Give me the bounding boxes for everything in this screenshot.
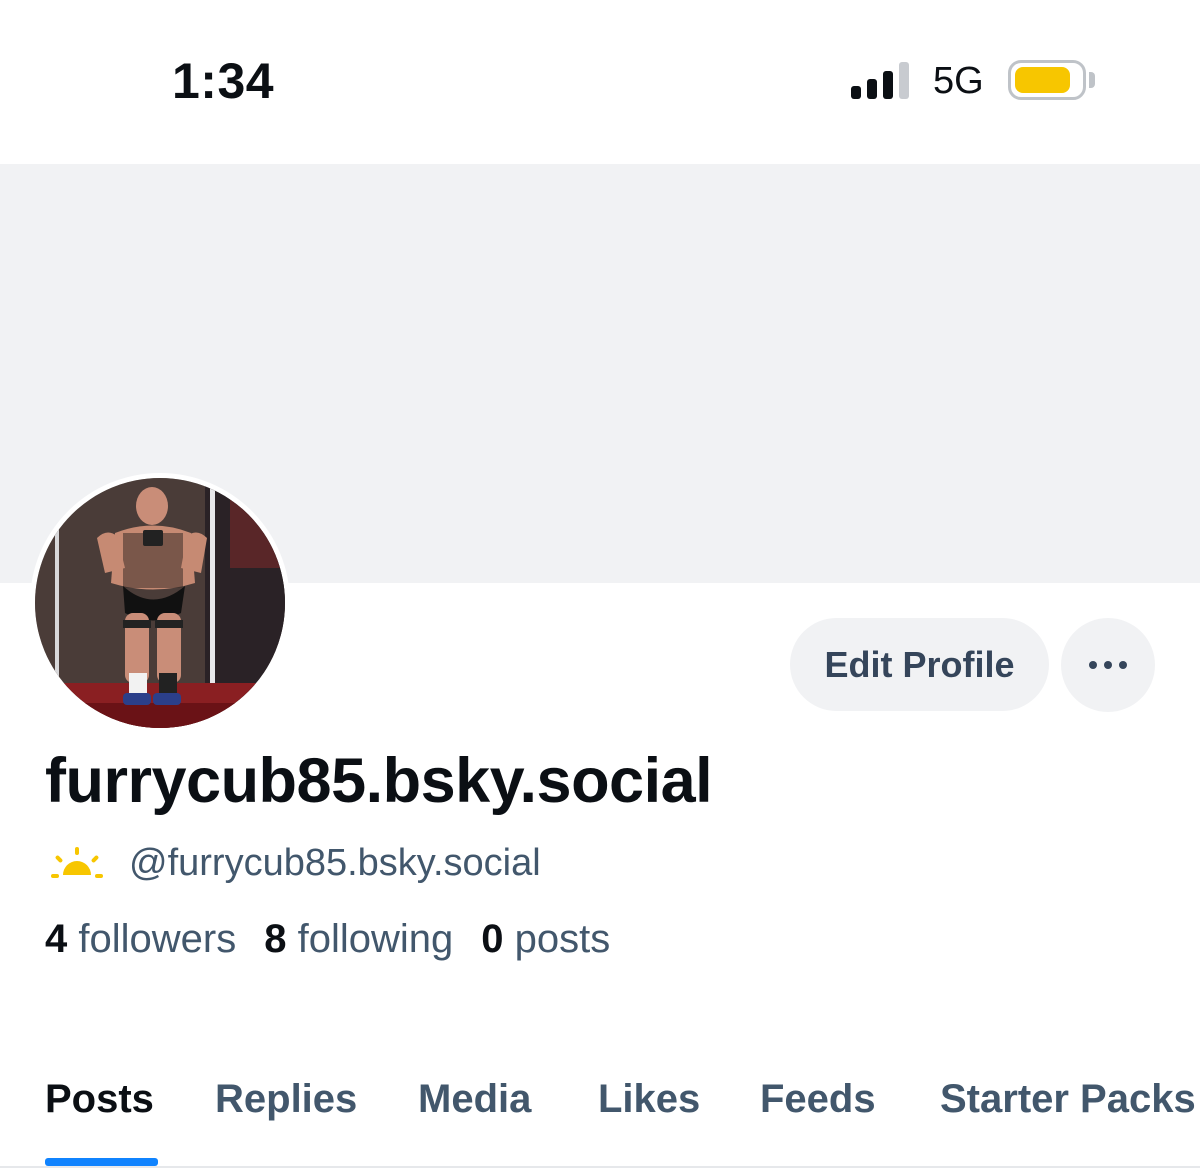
tab-likes[interactable]: Likes [598, 1077, 700, 1122]
battery-tip [1089, 72, 1095, 88]
profile-handle: @furrycub85.bsky.social [129, 841, 541, 884]
posts-label: posts [514, 917, 611, 961]
status-time: 1:34 [172, 53, 275, 109]
tab-posts[interactable]: Posts [45, 1077, 154, 1122]
status-bar: 1:34 5G [0, 0, 1200, 164]
following-count: 8 [264, 917, 287, 961]
tab-starter-packs[interactable]: Starter Packs [940, 1077, 1196, 1122]
tab-replies[interactable]: Replies [215, 1077, 357, 1122]
network-type: 5G [933, 60, 984, 102]
tabs-divider [0, 1166, 1200, 1168]
avatar[interactable] [30, 473, 290, 733]
following-link[interactable]: 8 following [264, 917, 453, 961]
ellipsis-icon [1089, 661, 1127, 669]
avatar-image [35, 478, 285, 728]
following-label: following [297, 917, 454, 961]
active-tab-indicator [45, 1158, 158, 1166]
posts-stat: 0 posts [481, 917, 610, 961]
edit-profile-button[interactable]: Edit Profile [790, 618, 1049, 711]
sun-icon [51, 847, 103, 878]
followers-label: followers [78, 917, 237, 961]
more-options-button[interactable] [1061, 618, 1155, 712]
profile-stats: 4 followers 8 following 0 posts [45, 917, 610, 962]
cellular-signal-icon [851, 61, 913, 99]
tab-media[interactable]: Media [418, 1077, 531, 1122]
battery-icon [1008, 60, 1086, 100]
display-name: furrycub85.bsky.social [45, 746, 713, 816]
tab-feeds[interactable]: Feeds [760, 1077, 876, 1122]
handle-row: @furrycub85.bsky.social [47, 838, 541, 888]
followers-count: 4 [45, 917, 68, 961]
followers-link[interactable]: 4 followers [45, 917, 236, 961]
posts-count: 0 [481, 917, 504, 961]
profile-tabs: Posts Replies Media Likes Feeds Starter … [45, 1077, 1200, 1172]
